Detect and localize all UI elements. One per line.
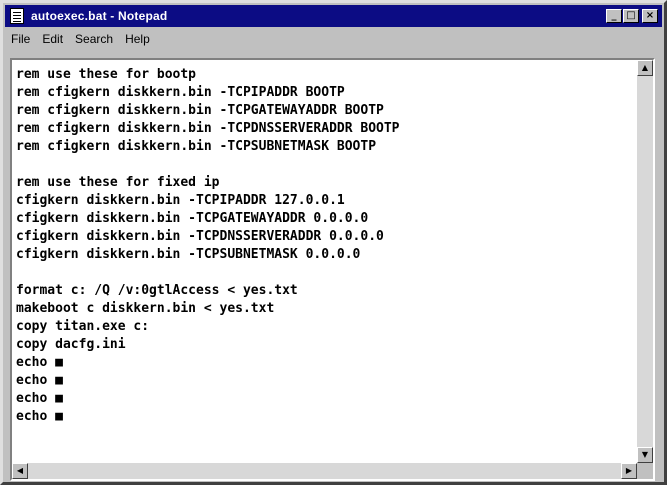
text-line: echo ■ xyxy=(16,355,63,370)
text-line xyxy=(16,264,637,282)
scrollbar-corner xyxy=(637,463,653,479)
text-line: format c: /Q /v:0gtlAccess < yes.txt xyxy=(16,283,298,298)
text-line: makeboot c diskkern.bin < yes.txt xyxy=(16,301,275,316)
text-line: rem cfigkern diskkern.bin -TCPSUBNETMASK… xyxy=(16,139,377,154)
menu-file[interactable]: File xyxy=(5,32,36,46)
scroll-right-arrow-icon[interactable]: ▶ xyxy=(621,463,637,479)
close-button[interactable]: × xyxy=(642,9,658,23)
notepad-app-icon[interactable] xyxy=(10,8,24,24)
text-line: echo ■ xyxy=(16,391,63,406)
text-line: cfigkern diskkern.bin -TCPIPADDR 127.0.0… xyxy=(16,193,345,208)
menu-bar: File Edit Search Help xyxy=(5,29,662,49)
text-line: copy dacfg.ini xyxy=(16,337,126,352)
text-line: rem use these for fixed ip xyxy=(16,175,220,190)
menu-help[interactable]: Help xyxy=(119,32,156,46)
text-line: rem use these for bootp xyxy=(16,67,197,82)
maximize-button[interactable]: □ xyxy=(623,9,639,23)
text-line: rem cfigkern diskkern.bin -TCPDNSSERVERA… xyxy=(16,121,400,136)
menu-search[interactable]: Search xyxy=(69,32,119,46)
text-line: cfigkern diskkern.bin -TCPSUBNETMASK 0.0… xyxy=(16,247,361,262)
text-line: copy titan.exe c: xyxy=(16,319,150,334)
vertical-scrollbar[interactable]: ▲ ▼ xyxy=(637,60,653,463)
title-bar[interactable]: autoexec.bat - Notepad _ □ × xyxy=(5,5,662,27)
menu-edit[interactable]: Edit xyxy=(36,32,69,46)
editor-frame: rem use these for bootp rem cfigkern dis… xyxy=(10,58,655,481)
text-line: echo ■ xyxy=(16,409,63,424)
text-line: cfigkern diskkern.bin -TCPDNSSERVERADDR … xyxy=(16,229,384,244)
text-line: cfigkern diskkern.bin -TCPGATEWAYADDR 0.… xyxy=(16,211,369,226)
scroll-down-arrow-icon[interactable]: ▼ xyxy=(637,447,653,463)
minimize-button[interactable]: _ xyxy=(606,9,622,23)
window-title: autoexec.bat - Notepad xyxy=(31,9,168,23)
text-line: rem cfigkern diskkern.bin -TCPGATEWAYADD… xyxy=(16,103,384,118)
text-line: rem cfigkern diskkern.bin -TCPIPADDR BOO… xyxy=(16,85,345,100)
scroll-left-arrow-icon[interactable]: ◀ xyxy=(12,463,28,479)
text-line xyxy=(16,156,637,174)
horizontal-scrollbar[interactable]: ◀ ▶ xyxy=(12,463,637,479)
text-editor[interactable]: rem use these for bootp rem cfigkern dis… xyxy=(12,60,637,463)
text-line: echo ■ xyxy=(16,373,63,388)
scroll-up-arrow-icon[interactable]: ▲ xyxy=(637,60,653,76)
